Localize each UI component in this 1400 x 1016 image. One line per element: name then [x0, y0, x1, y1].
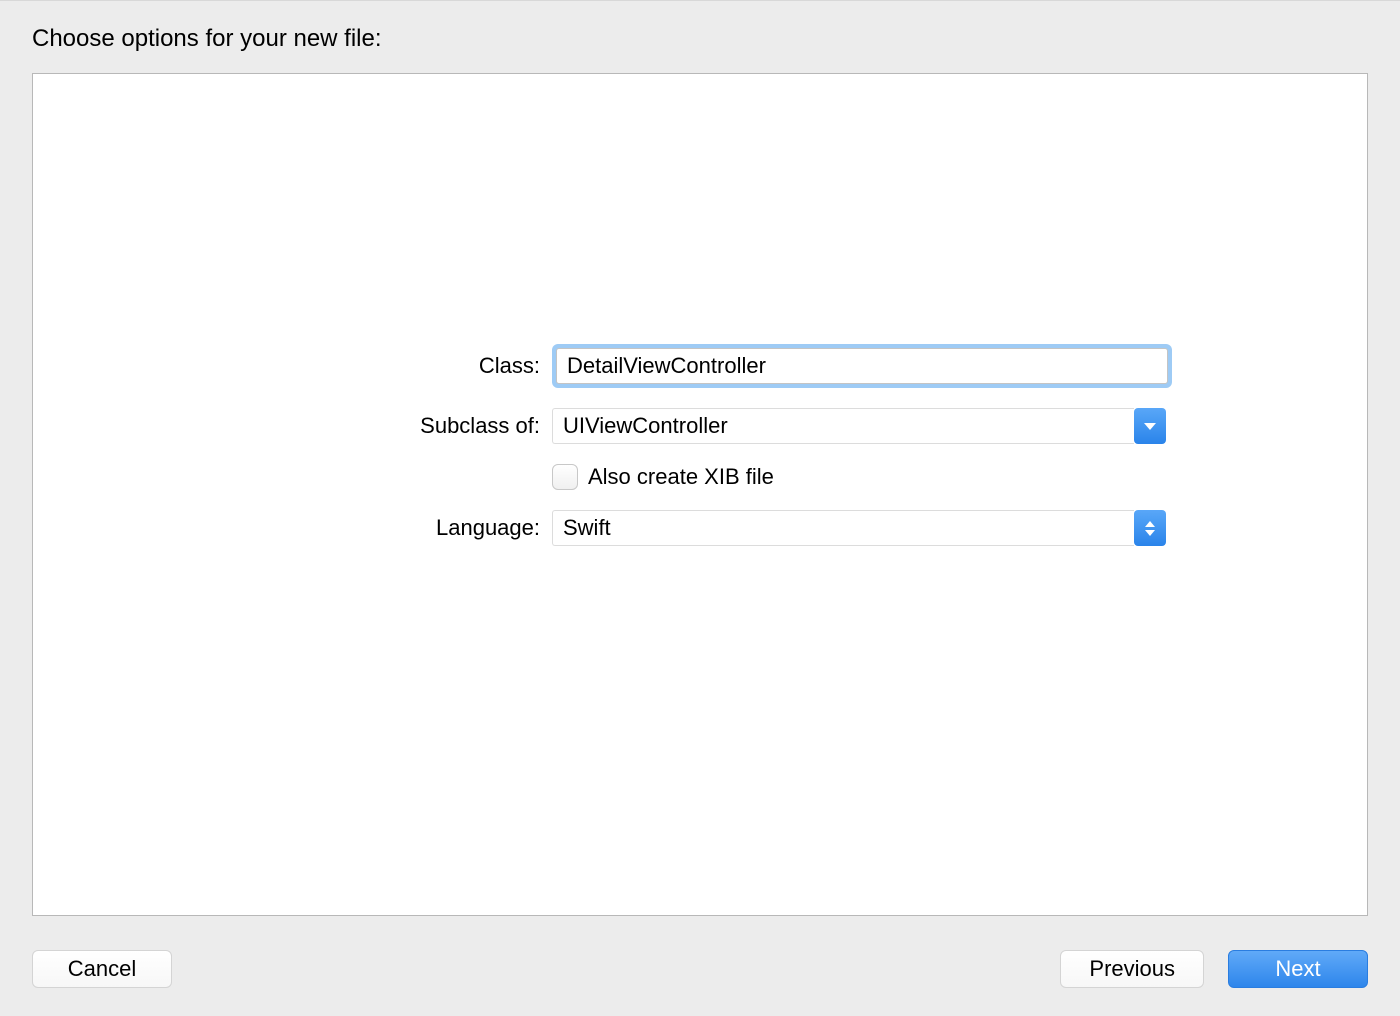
class-row: Class:	[190, 344, 1210, 388]
new-file-options-dialog: Choose options for your new file: Class:…	[0, 0, 1400, 1016]
chevron-down-icon	[1144, 423, 1156, 430]
xib-label: Also create XIB file	[588, 464, 774, 490]
next-button[interactable]: Next	[1228, 950, 1368, 988]
dialog-title: Choose options for your new file:	[32, 25, 1368, 53]
class-input-focus-ring	[552, 344, 1172, 388]
subclass-input[interactable]	[552, 408, 1134, 444]
class-label: Class:	[190, 353, 540, 379]
footer-right-buttons: Previous Next	[1060, 950, 1368, 988]
xib-checkbox[interactable]	[552, 464, 578, 490]
chevron-down-icon	[1145, 530, 1155, 536]
language-label: Language:	[190, 515, 540, 541]
options-panel: Class: Subclass of: Also create XIB file	[32, 73, 1368, 916]
language-row: Language: Swift	[190, 510, 1210, 546]
chevron-up-icon	[1145, 521, 1155, 527]
previous-button[interactable]: Previous	[1060, 950, 1204, 988]
subclass-row: Subclass of:	[190, 408, 1210, 444]
language-select[interactable]: Swift	[552, 510, 1166, 546]
subclass-dropdown-button[interactable]	[1134, 408, 1166, 444]
language-dropdown-button[interactable]	[1134, 510, 1166, 546]
subclass-combobox	[552, 408, 1166, 444]
xib-row: Also create XIB file	[552, 464, 1210, 490]
cancel-button[interactable]: Cancel	[32, 950, 172, 988]
language-value: Swift	[552, 510, 1134, 546]
subclass-label: Subclass of:	[190, 413, 540, 439]
options-form: Class: Subclass of: Also create XIB file	[190, 344, 1210, 546]
dialog-footer: Cancel Previous Next	[32, 950, 1368, 988]
class-input[interactable]	[556, 348, 1168, 384]
